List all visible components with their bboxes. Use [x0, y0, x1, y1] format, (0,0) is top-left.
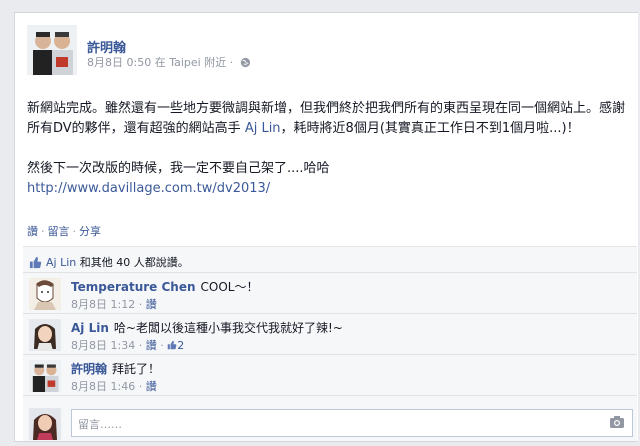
comment-input[interactable]: 留言……: [71, 409, 633, 437]
liker-name[interactable]: Aj Lin: [46, 256, 76, 269]
comment-text: 拜託了！: [112, 362, 161, 376]
comment-time[interactable]: 8月8日 1:12: [71, 298, 135, 311]
commenter-avatar[interactable]: [29, 278, 61, 310]
post-meta: 8月8日 0:50 在 Taipei 附近 ·: [87, 54, 251, 70]
like-button[interactable]: 讚: [27, 225, 38, 238]
comment-button[interactable]: 留言: [48, 225, 70, 238]
camera-icon[interactable]: [609, 415, 625, 429]
comment-like-count[interactable]: 2: [167, 339, 184, 352]
thumbs-up-icon: [29, 256, 42, 269]
post-card: 許明翰 8月8日 0:50 在 Taipei 附近 · 新網站完成。雖然還有一些…: [14, 12, 638, 442]
comment-item: Temperature Chen COOL～！ 8月8日 1:12 · 讚: [23, 273, 637, 314]
share-button[interactable]: 分享: [79, 225, 101, 238]
commenter-name[interactable]: Temperature Chen: [71, 280, 196, 294]
post-timestamp[interactable]: 8月8日 0:50: [87, 56, 151, 69]
comment-like-button[interactable]: 讚: [146, 339, 157, 352]
comment-item: 許明翰 拜託了！ 8月8日 1:46 · 讚: [23, 355, 637, 396]
viewer-avatar[interactable]: [29, 408, 61, 440]
thumbs-up-icon: [167, 340, 177, 350]
post-body: 新網站完成。雖然還有一些地方要微調與新增，但我們終於把我們所有的東西呈現在同一個…: [27, 99, 633, 199]
globe-icon[interactable]: [240, 57, 251, 68]
comment-time[interactable]: 8月8日 1:34: [71, 339, 135, 352]
comment-time[interactable]: 8月8日 1:46: [71, 380, 135, 393]
commenter-name[interactable]: 許明翰: [71, 362, 107, 376]
comment-text: 哈~老闆以後這種小事我交代我就好了辣!~: [113, 321, 343, 335]
comment-like-button[interactable]: 讚: [146, 380, 157, 393]
comment-text: COOL～！: [200, 280, 259, 294]
post-actions: 讚 · 留言 · 分享: [27, 225, 101, 238]
likes-summary: Aj Lin 和其他 40 人都說讚。: [23, 247, 637, 273]
mention-link[interactable]: Aj Lin: [245, 121, 281, 136]
post-paragraph-2: 然後下一次改版的時候，我一定不要自己架了....哈哈: [27, 161, 330, 176]
post-url-link[interactable]: http://www.davillage.com.tw/dv2013/: [27, 181, 270, 196]
commenter-avatar[interactable]: [29, 319, 61, 351]
post-paragraph: 新網站完成。雖然還有一些地方要微調與新增，但我們終於把我們所有的東西呈現在同一個…: [27, 101, 626, 136]
feedback-section: Aj Lin 和其他 40 人都說讚。 Temperature Chen COOL…: [23, 246, 637, 441]
post-location[interactable]: 在 Taipei 附近: [155, 56, 227, 69]
likes-count-text[interactable]: 和其他 40 人都說讚。: [76, 256, 189, 269]
comment-item: Aj Lin 哈~老闆以後這種小事我交代我就好了辣!~ 8月8日 1:34 · 讚…: [23, 314, 637, 355]
comment-composer: 留言……: [23, 404, 637, 442]
commenter-name[interactable]: Aj Lin: [71, 321, 109, 335]
comment-like-button[interactable]: 讚: [146, 298, 157, 311]
author-avatar[interactable]: [27, 25, 77, 75]
commenter-avatar[interactable]: [29, 360, 61, 392]
